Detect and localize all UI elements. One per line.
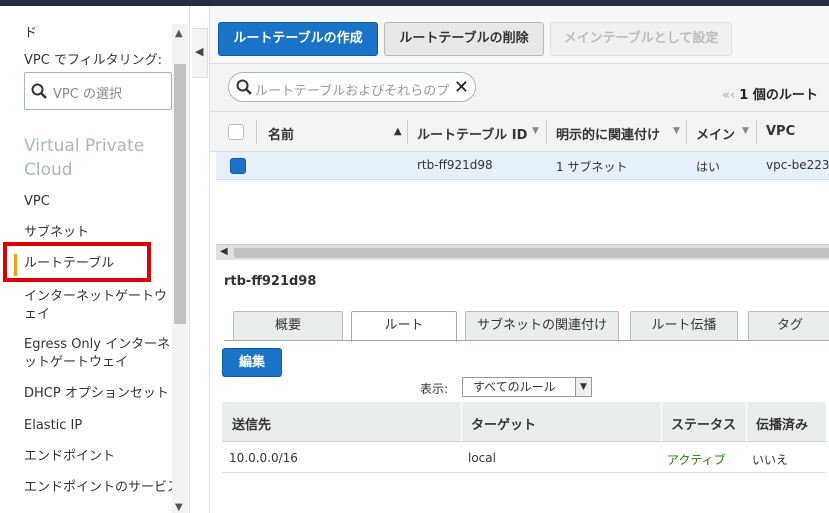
tabs-divider [224,340,829,341]
column-header-main[interactable]: メイン [696,124,735,143]
column-header-name[interactable]: 名前 [268,124,294,143]
routes-table-header: 送信先 ターゲット ステータス 伝播済み [222,402,826,442]
column-header-destination: 送信先 [232,418,272,433]
row-checkbox[interactable] [230,158,246,174]
column-separator [661,402,662,442]
column-header-status: ステータス [671,418,737,433]
search-icon [236,79,252,99]
sort-icon[interactable]: ▼ [742,126,749,136]
route-target: local [468,451,496,465]
column-header-explicit-association[interactable]: 明示的に関連付け [556,124,672,143]
tab-subnet-associations[interactable]: サブネットの関連付け [465,311,619,341]
row-main: はい [696,160,721,174]
horizontal-scrollbar-thumb[interactable] [234,248,829,258]
pagination-text: 1 個のルート [739,88,818,103]
horizontal-scrollbar[interactable]: ◀ [216,244,829,260]
tab-summary[interactable]: 概要 [233,311,343,341]
sidebar-item-subnets[interactable]: サブネット [24,224,172,242]
column-header-vpc[interactable]: VPC [766,124,795,139]
view-label: 表示: [420,382,449,396]
edit-routes-button[interactable]: 編集 [222,348,282,377]
page-prev-icon[interactable]: «‹ [722,88,735,103]
sort-asc-icon[interactable]: ▲ [394,126,402,137]
sidebar-item-vpc[interactable]: VPC [24,193,172,211]
column-separator [756,120,757,144]
sidebar-item-dhcp-options[interactable]: DHCP オプションセット [24,385,172,403]
view-filter-value: すべてのルール [473,380,556,394]
column-separator [256,120,257,144]
route-destination: 10.0.0.0/16 [229,451,298,465]
detail-title: rtb-ff921d98 [224,274,317,289]
sidebar-item-internet-gateways[interactable]: インターネットゲートウェイ [24,288,172,324]
scroll-up-icon[interactable]: ▲ [175,28,183,39]
route-table-filter-input[interactable]: ルートテーブルおよびそれらのプロパティでフィルタリング ✕ [228,72,476,102]
sort-icon[interactable]: ▼ [532,126,539,136]
route-table-header: 名前 ▲ ルートテーブル ID ▼ 明示的に関連付け ▼ メイン ▼ VPC [210,112,829,152]
sidebar: ド VPC でフィルタリング: VPC の選択 Virtual Private … [0,6,190,513]
route-status: アクティブ [667,453,726,467]
column-separator [461,402,462,442]
sidebar-item-egress-only-gateways[interactable]: Egress Only インターネットゲートウェイ [24,336,172,372]
create-route-table-button[interactable]: ルートテーブルの作成 [218,22,378,56]
delete-route-table-button[interactable]: ルートテーブルの削除 [384,22,544,56]
column-separator [546,120,547,144]
chevron-left-icon: ◀ [195,45,204,58]
tab-tags[interactable]: タグ [748,311,829,341]
column-separator [746,402,747,442]
scroll-left-icon[interactable]: ◀ [220,246,228,257]
search-icon [31,83,47,103]
tab-routes[interactable]: ルート [351,311,457,342]
tab-route-propagation[interactable]: ルート伝播 [630,311,738,341]
section-title-vpc: Virtual Private Cloud [24,136,145,180]
clear-filter-icon[interactable]: ✕ [454,77,469,98]
column-header-route-table-id[interactable]: ルートテーブル ID [417,124,527,143]
filter-bar: ルートテーブルおよびそれらのプロパティでフィルタリング ✕ «‹ 1 個のルート [210,64,829,112]
sidebar-top-fragment: ド [24,26,38,41]
sidebar-item-elastic-ip[interactable]: Elastic IP [24,417,172,435]
vpc-filter-select[interactable]: VPC の選択 [24,72,172,110]
vpc-filter-label: VPC でフィルタリング: [24,53,163,68]
column-separator [686,120,687,144]
sidebar-scrollbar[interactable]: ▲ ▼ [172,24,188,513]
select-all-checkbox[interactable] [228,124,244,140]
row-route-table-id: rtb-ff921d98 [417,158,493,172]
collapse-sidebar-button[interactable]: ◀ [192,28,208,78]
set-main-table-button[interactable]: メインテーブルとして設定 [550,22,732,56]
route-propagated: いいえ [752,453,789,467]
sort-icon[interactable]: ▼ [673,126,680,136]
chevron-down-icon: ▼ [575,378,591,396]
row-vpc: vpc-be223f [766,158,829,172]
action-toolbar: ルートテーブルの作成 ルートテーブルの削除 メインテーブルとして設定 [210,6,829,64]
scroll-down-icon[interactable]: ▼ [175,502,183,513]
vpc-filter-placeholder: VPC の選択 [53,87,122,102]
sidebar-item-endpoints[interactable]: エンドポイント [24,448,172,466]
scrollbar-thumb[interactable] [174,64,186,324]
table-row: 10.0.0.0/16 local アクティブ いいえ [222,443,826,473]
table-row[interactable]: rtb-ff921d98 1 サブネット はい vpc-be223f [216,152,829,180]
pagination: «‹ 1 個のルート [722,84,818,103]
view-filter-select[interactable]: すべてのルール ▼ [462,377,592,397]
column-header-propagated: 伝播済み [756,418,809,433]
row-explicit-association: 1 サブネット [556,160,628,174]
column-header-target: ターゲット [471,418,537,433]
sidebar-item-endpoint-services[interactable]: エンドポイントのサービス [24,479,180,497]
filter-placeholder: ルートテーブルおよびそれらのプロパティでフィルタリング [255,84,451,99]
main-panel: ルートテーブルの作成 ルートテーブルの削除 メインテーブルとして設定 ルートテー… [210,6,829,513]
red-highlight-box [3,242,151,282]
column-separator [407,120,408,144]
